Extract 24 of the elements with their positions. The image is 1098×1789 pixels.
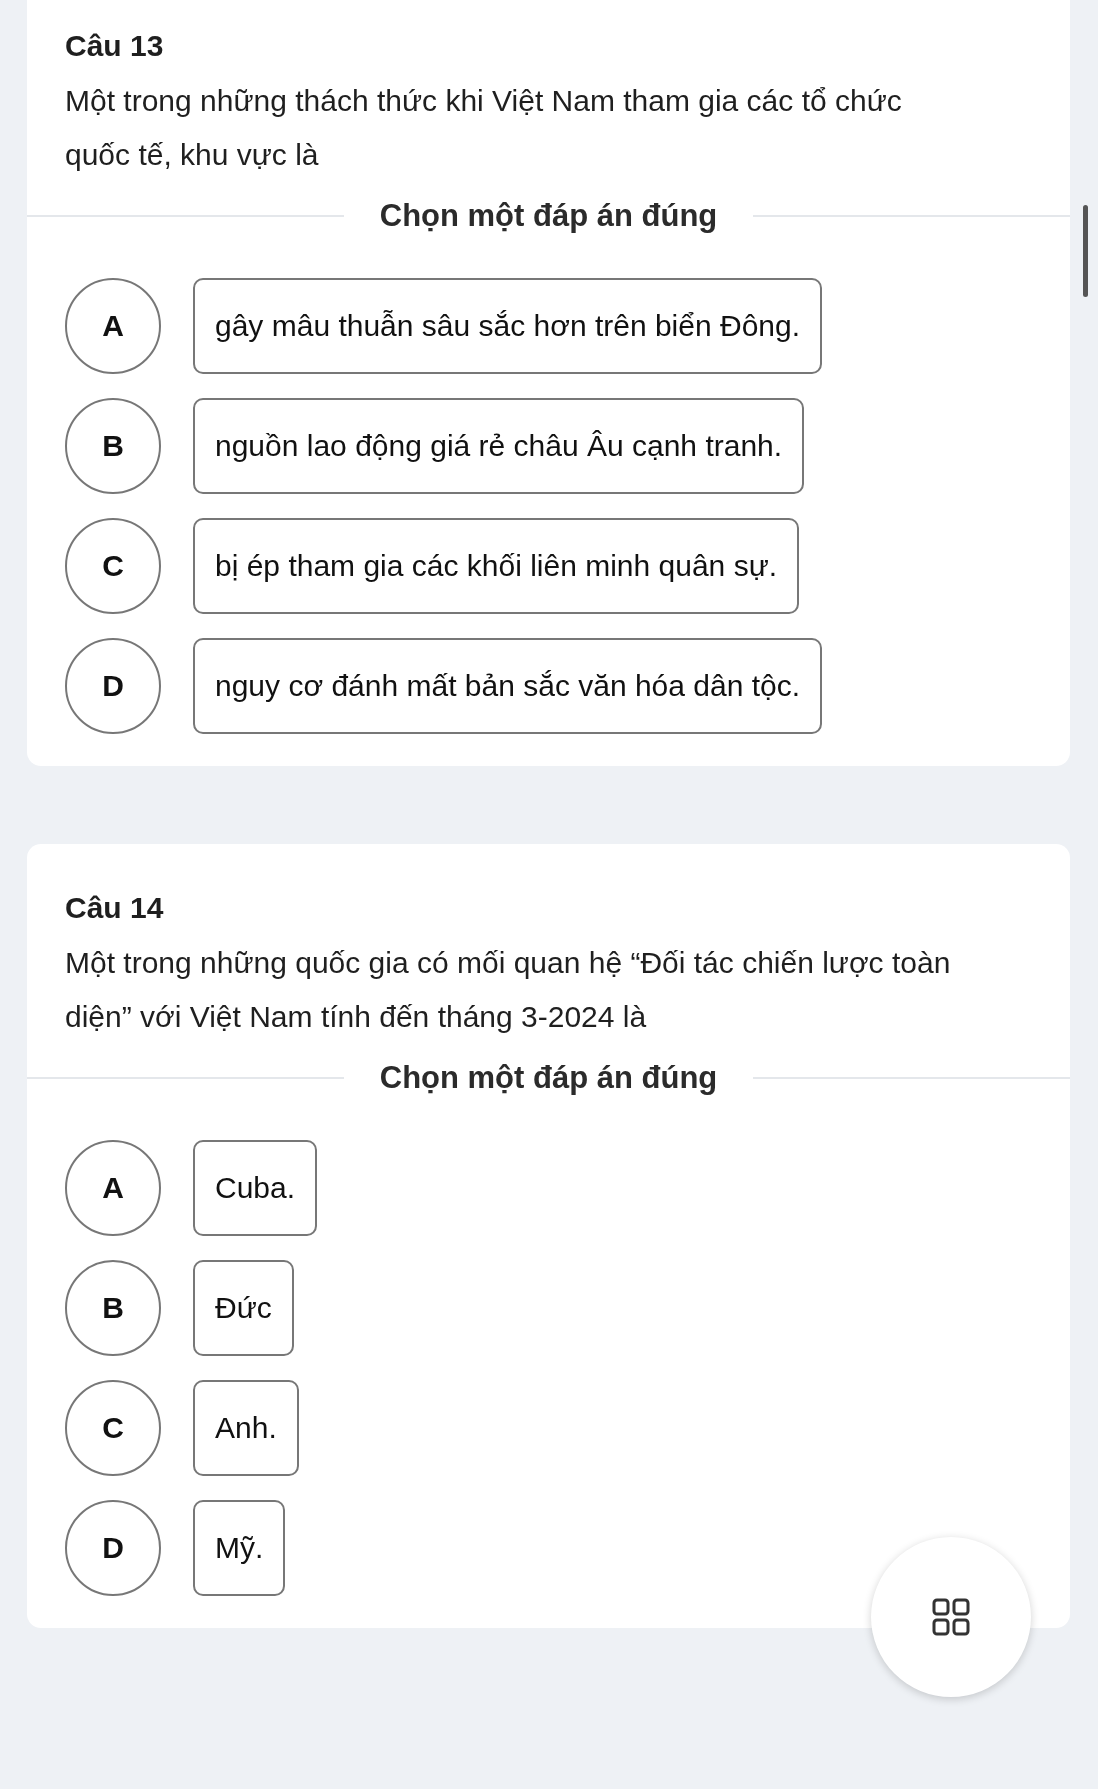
answer-option[interactable]: Anh. xyxy=(193,1380,299,1476)
option-letter[interactable]: D xyxy=(65,638,161,734)
option-letter[interactable]: B xyxy=(65,1260,161,1356)
instruction-label: Chọn một đáp án đúng xyxy=(378,198,719,234)
grid-icon xyxy=(931,1597,971,1637)
question-text: Một trong những quốc gia có mối quan hệ “Đối tác chiến lược toàn diện” với Việt Nam tính đến tháng 3-2024 là xyxy=(65,945,952,1035)
answer-option[interactable]: gây mâu thuẫn sâu sắc hơn trên biển Đông. xyxy=(193,278,823,374)
answer-option[interactable]: nguồn lao động giá rẻ châu Âu cạnh tranh. xyxy=(193,398,805,494)
answer-option[interactable]: nguy cơ đánh mất bản sắc văn hóa dân tộc. xyxy=(193,638,823,734)
option-letter[interactable]: A xyxy=(65,278,161,374)
scrollbar[interactable] xyxy=(1083,205,1088,297)
option-letter[interactable]: D xyxy=(65,1500,161,1596)
option-letter[interactable]: A xyxy=(65,1140,161,1236)
answer-option[interactable]: Mỹ. xyxy=(193,1500,286,1596)
question-number: Câu 14 xyxy=(65,890,165,926)
answer-option[interactable]: bị ép tham gia các khối liên minh quân sự. xyxy=(193,518,800,614)
answer-option[interactable]: Đức xyxy=(193,1260,294,1356)
question-number: Câu 13 xyxy=(65,28,165,64)
option-letter[interactable]: C xyxy=(65,1380,161,1476)
question-text: Một trong những thách thức khi Việt Nam tham gia các tổ chức quốc tế, khu vực là xyxy=(65,83,903,173)
option-letter[interactable]: C xyxy=(65,518,161,614)
answer-option[interactable]: Cuba. xyxy=(193,1140,318,1236)
option-letter[interactable]: B xyxy=(65,398,161,494)
instruction-label: Chọn một đáp án đúng xyxy=(378,1060,719,1096)
